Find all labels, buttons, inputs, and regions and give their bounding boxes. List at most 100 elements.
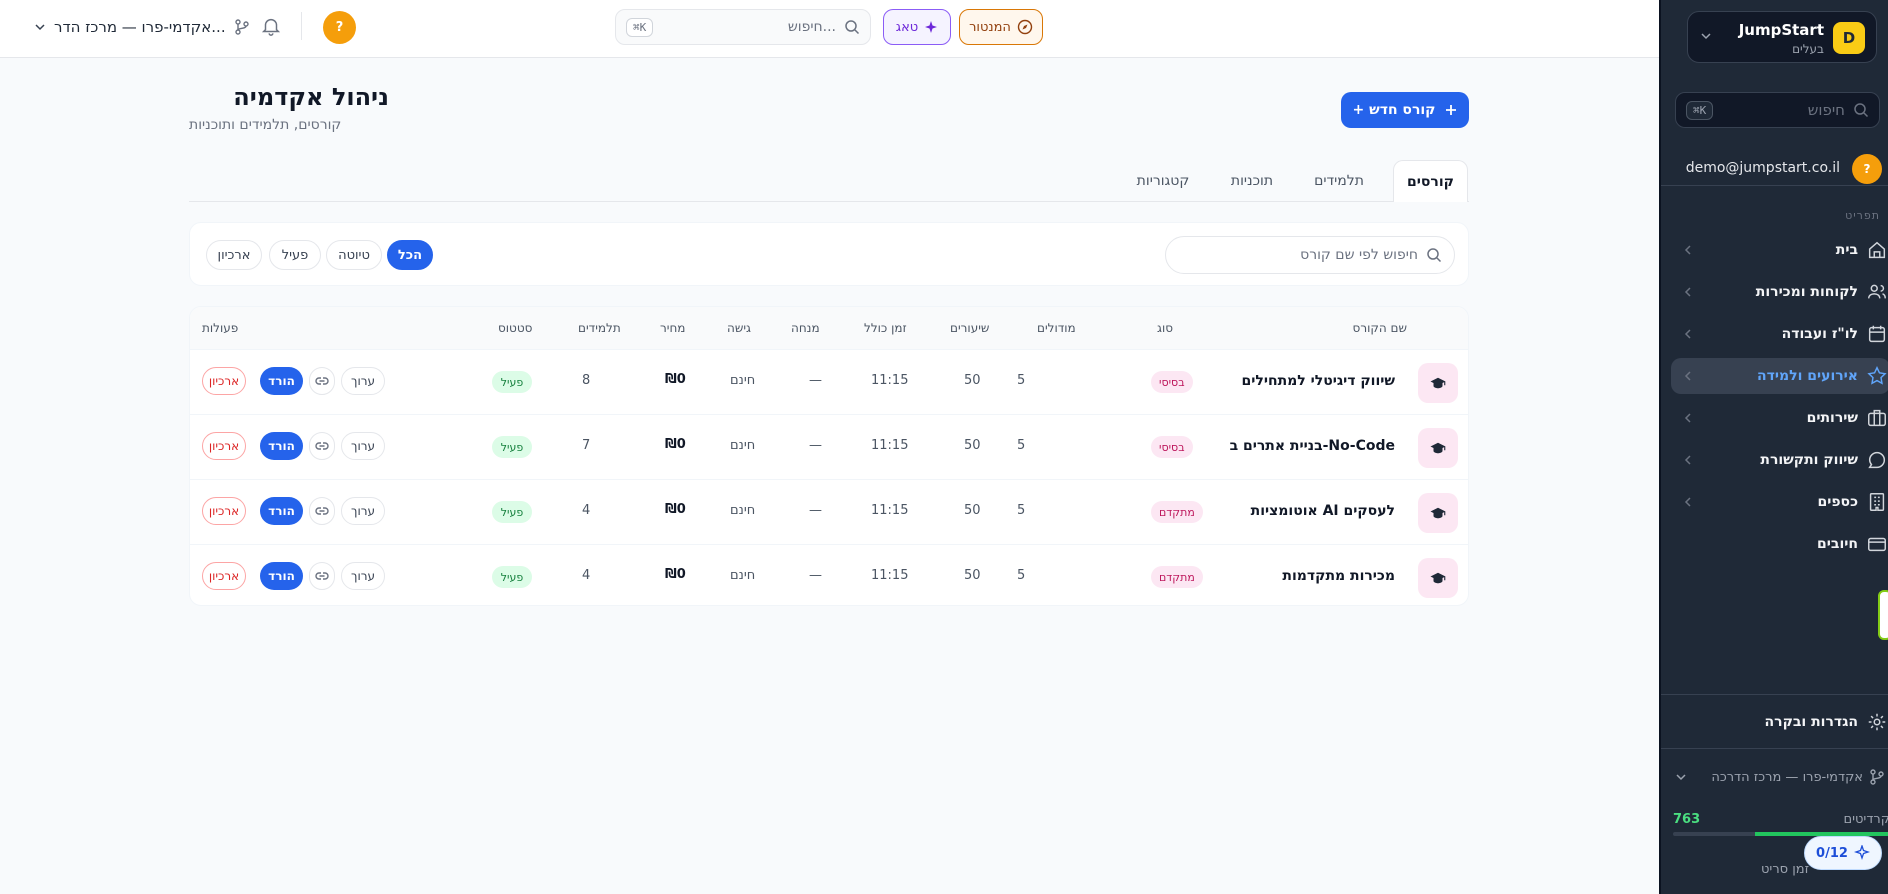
global-search-input[interactable]: חיפוש... ⌘K [615,9,871,45]
edit-button[interactable]: ערוך [341,497,385,525]
workspace-name: אקדמי-פרו — מרכז הדר... [54,18,226,36]
sidebar-item-0[interactable]: בית [1671,232,1888,268]
edit-button[interactable]: ערוך [341,367,385,395]
sidebar-item-label: שיווק ותקשורת [1760,452,1858,468]
table-row[interactable]: שיווק דיגיטלי למתחילים בסיסי 5 50 11:15 — חינם… [190,349,1468,414]
tab-programs[interactable]: תוכניות [1213,160,1291,202]
filter-chip-active[interactable]: פעיל [269,240,321,270]
sidebar-item-1[interactable]: לקוחות ומכירות [1671,274,1888,310]
header-instructor: מנחה [791,321,820,335]
status-badge: פעיל [492,501,532,523]
chevron-left-icon [1684,497,1691,507]
tab-bar: קורסים תלמידים תוכניות קטגוריות [189,160,1469,202]
sidebar: D JumpStart בעלים חיפוש ⌘K ? demo@jumpst… [1659,0,1888,894]
copy-link-button[interactable] [309,497,335,525]
table-row[interactable]: בניית אתרים ב-No-Code בסיסי 5 50 11:15 — חינם ₪… [190,414,1468,479]
chevron-left-icon [1684,455,1691,465]
tab-students[interactable]: תלמידים [1299,160,1379,202]
course-name[interactable]: אוטומציות AI לעסקים [1251,503,1395,519]
header-actions: פעולות [202,321,239,335]
sidebar-item-label: חיובים [1817,536,1858,552]
edit-button[interactable]: ערוך [341,432,385,460]
course-price: ₪0 [665,502,686,517]
user-avatar: ? [1852,154,1882,184]
copy-link-button[interactable] [309,432,335,460]
sidebar-item-2[interactable]: לו"ז ועבודה [1671,316,1888,352]
workspace-switcher[interactable]: אקדמי-פרו — מרכז הדר... [34,16,250,38]
sidebar-workspace-switcher[interactable]: אקדמי-פרו — מרכז הדרכה [1675,767,1885,787]
filter-chip-draft[interactable]: טיוטה [326,240,382,270]
sidebar-search-placeholder: חיפוש [1807,101,1845,119]
sidebar-item-3[interactable]: אירועים ולמידה [1671,358,1888,394]
floating-widget-handle[interactable] [1878,590,1888,640]
page-title: ניהול אקדמיה [233,83,389,111]
archive-button[interactable]: ארכיון [202,562,246,590]
table-row[interactable]: מכירות מתקדמות מתקדם 5 50 11:15 — חינם ₪0 4 פעיל ע… [190,544,1468,605]
page-subtitle: קורסים, תלמידים ותוכניות [189,117,342,133]
course-name[interactable]: מכירות מתקדמות [1282,568,1395,584]
download-button[interactable]: הורד [260,367,303,395]
mentor-button[interactable]: המנטור [959,9,1043,45]
sidebar-search-input[interactable]: חיפוש ⌘K [1675,92,1880,128]
divider [1661,694,1888,695]
onboarding-progress-text: 0/12 [1816,845,1848,861]
user-profile[interactable]: ? demo@jumpstart.co.il [1661,152,1888,186]
download-button[interactable]: הורד [260,432,303,460]
edit-button[interactable]: ערוך [341,562,385,590]
chat-icon [1868,451,1886,469]
bell-icon[interactable] [260,15,282,37]
course-name[interactable]: שיווק דיגיטלי למתחילים [1242,373,1395,389]
tab-categories[interactable]: קטגוריות [1121,160,1205,202]
menu-section-label: תפריט [1845,209,1880,222]
sidebar-item-4[interactable]: שירותים [1671,400,1888,436]
students-count: 8 [582,373,591,388]
course-type-badge: בסיסי [1151,371,1193,393]
shortcut-hint: ⌘K [1686,100,1714,120]
search-placeholder: חיפוש... [787,19,836,35]
link-icon [315,377,329,385]
filter-chip-archive[interactable]: ארכיון [206,240,262,270]
new-course-button[interactable]: + קורס חדש [1341,92,1469,128]
lessons-count: 50 [964,503,981,518]
chevron-left-icon [1684,287,1691,297]
modules-count: 5 [1017,568,1026,583]
sidebar-item-6[interactable]: כספים [1671,484,1888,520]
account-switcher[interactable]: D JumpStart בעלים [1687,11,1877,63]
onboarding-progress-pill[interactable]: 0/12 [1804,836,1882,870]
briefcase-icon [1868,409,1886,427]
sidebar-item-label: שירותים [1806,410,1858,426]
link-icon [315,507,329,515]
compass-icon [1017,19,1033,35]
sidebar-item-5[interactable]: שיווק ותקשורת [1671,442,1888,478]
copy-link-button[interactable] [309,562,335,590]
download-button[interactable]: הורד [260,562,303,590]
archive-button[interactable]: ארכיון [202,497,246,525]
archive-button[interactable]: ארכיון [202,432,246,460]
course-price: ₪0 [665,372,686,387]
download-button[interactable]: הורד [260,497,303,525]
tag-button[interactable]: טאג [883,9,951,45]
star-icon [1867,366,1887,385]
collapse-label[interactable]: זמן סריט [1761,862,1809,877]
graduation-cap-icon [1418,363,1458,403]
table-row[interactable]: אוטומציות AI לעסקים מתקדם 5 50 11:15 — חינם ₪0 4… [190,479,1468,544]
copy-link-button[interactable] [309,367,335,395]
modules-count: 5 [1017,438,1026,453]
archive-button[interactable]: ארכיון [202,367,246,395]
course-price: ₪0 [665,567,686,582]
sidebar-item-7[interactable]: חיובים [1671,526,1888,562]
lessons-count: 50 [964,373,981,388]
filter-chip-all[interactable]: הכל [387,240,433,270]
course-search-input[interactable]: חיפוש לפי שם קורס [1165,236,1455,274]
instructor: — [809,503,822,518]
new-course-label: + קורס חדש [1352,102,1436,118]
total-duration: 11:15 [871,503,909,518]
course-name[interactable]: בניית אתרים ב-No-Code [1230,438,1395,454]
link-icon [315,572,329,580]
sidebar-item-settings[interactable]: הגדרות ובקרה [1671,704,1888,740]
total-duration: 11:15 [871,438,909,453]
course-type-badge: מתקדם [1151,501,1203,523]
user-avatar[interactable]: ? [323,11,356,44]
lessons-count: 50 [964,568,981,583]
tab-courses[interactable]: קורסים [1393,160,1468,202]
